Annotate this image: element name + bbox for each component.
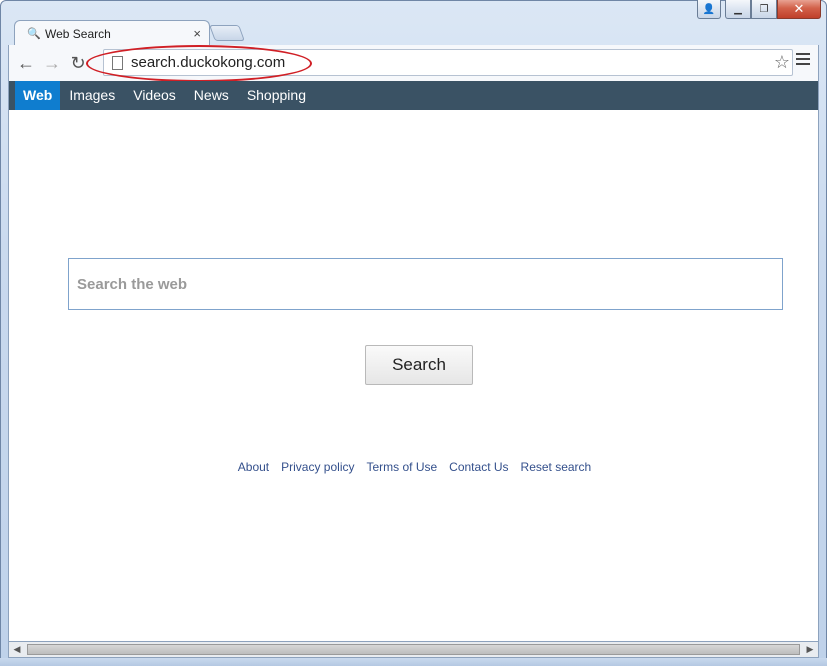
- forward-button[interactable]: →: [39, 50, 65, 76]
- user-profile-button[interactable]: 👤: [697, 0, 721, 19]
- browser-toolbar: ← → ↻ search.duckokong.com ☆: [8, 45, 819, 81]
- footer-link-privacy[interactable]: Privacy policy: [281, 460, 354, 474]
- category-videos[interactable]: Videos: [124, 81, 185, 110]
- category-web[interactable]: Web: [15, 81, 61, 110]
- address-bar[interactable]: search.duckokong.com ☆: [103, 49, 793, 76]
- category-navbar: Web Images Videos News Shopping: [8, 81, 819, 110]
- footer-link-terms[interactable]: Terms of Use: [366, 460, 437, 474]
- category-images[interactable]: Images: [60, 81, 124, 110]
- menu-icon[interactable]: [796, 53, 810, 68]
- tab-web-search[interactable]: 🔍 Web Search ×: [14, 20, 210, 46]
- close-icon: ✕: [793, 1, 805, 16]
- search-icon: 🔍: [27, 28, 41, 40]
- scroll-right-icon[interactable]: ▶: [802, 644, 818, 655]
- footer-link-contact[interactable]: Contact Us: [449, 460, 508, 474]
- minimize-icon: ▁: [734, 3, 742, 15]
- category-news[interactable]: News: [185, 81, 238, 110]
- user-icon: 👤: [702, 3, 716, 15]
- restore-button[interactable]: ❐: [751, 0, 777, 19]
- scroll-left-icon[interactable]: ◀: [9, 644, 25, 655]
- page-content: Search About Privacy policy Terms of Use…: [8, 110, 819, 641]
- page-icon: [112, 55, 123, 70]
- address-url[interactable]: search.duckokong.com: [131, 54, 285, 71]
- search-button[interactable]: Search: [365, 345, 473, 385]
- reload-button[interactable]: ↻: [65, 50, 91, 76]
- bookmark-star-icon[interactable]: ☆: [774, 52, 790, 73]
- tab-close-icon[interactable]: ×: [193, 26, 201, 41]
- footer-link-about[interactable]: About: [238, 460, 269, 474]
- new-tab-button[interactable]: [209, 25, 245, 41]
- back-button[interactable]: ←: [13, 50, 39, 76]
- restore-icon: ❐: [759, 3, 769, 15]
- minimize-button[interactable]: ▁: [725, 0, 751, 19]
- close-window-button[interactable]: ✕: [777, 0, 821, 19]
- footer-links: About Privacy policy Terms of Use Contac…: [9, 460, 820, 474]
- tab-title: Web Search: [45, 26, 111, 41]
- category-shopping[interactable]: Shopping: [238, 81, 315, 110]
- scrollbar-thumb[interactable]: [27, 644, 800, 655]
- window-controls: 👤 ▁ ❐ ✕: [697, 0, 821, 20]
- search-input[interactable]: [68, 258, 783, 310]
- window-bottom-frame: [0, 658, 827, 666]
- footer-link-reset[interactable]: Reset search: [521, 460, 592, 474]
- horizontal-scrollbar[interactable]: ◀ ▶: [8, 641, 819, 658]
